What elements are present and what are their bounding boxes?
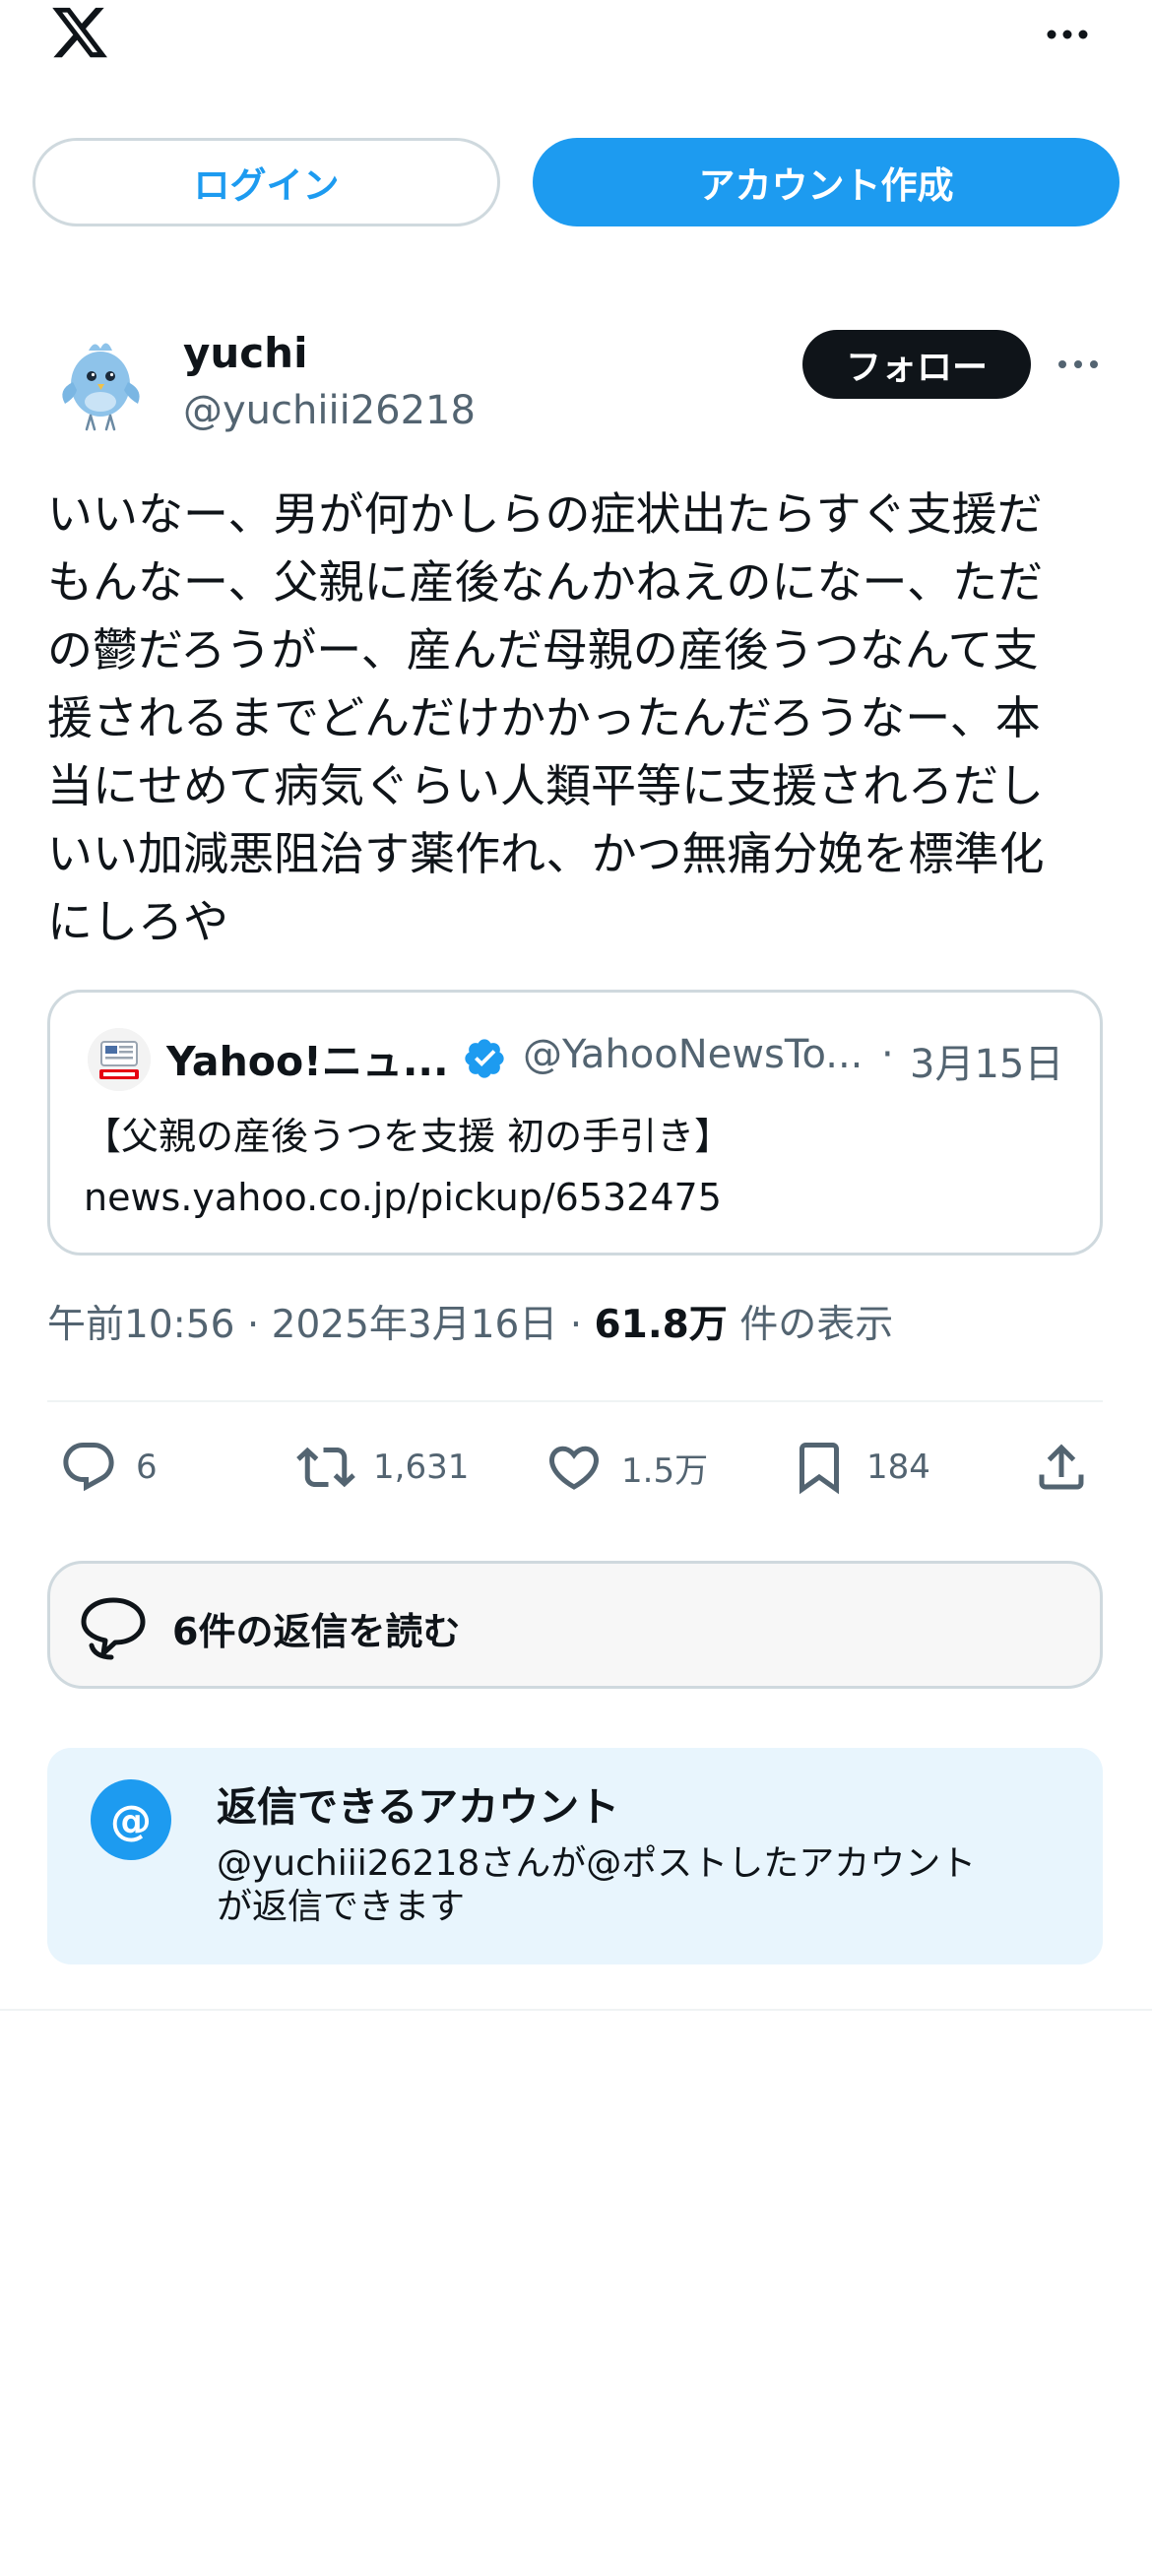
divider	[47, 1400, 1103, 1402]
who-can-reply-panel: @ 返信できるアカウント @yuchiii26218さんが@ポストしたアカウント…	[47, 1748, 1103, 1964]
follow-button[interactable]: フォロー	[802, 330, 1031, 399]
reply-count: 6	[136, 1448, 158, 1487]
quoted-date[interactable]: 3月15日	[910, 1032, 1063, 1089]
heart-icon	[548, 1446, 600, 1490]
bookmark-icon	[800, 1443, 839, 1495]
top-bar	[0, 0, 1152, 79]
login-button[interactable]: ログイン	[32, 138, 500, 226]
avatar[interactable]	[55, 333, 150, 435]
share-button[interactable]	[1032, 1418, 1109, 1516]
author-display-name[interactable]: yuchi	[183, 329, 307, 377]
x-logo-icon[interactable]	[47, 2, 112, 63]
repost-count: 1,631	[373, 1448, 470, 1487]
conversation-icon	[81, 1597, 146, 1660]
post-meta: 午前10:56 · 2025年3月16日 · 61.8万 件の表示	[47, 1294, 893, 1349]
reply-button[interactable]: 6	[59, 1418, 158, 1516]
author-handle[interactable]: @yuchiii26218	[183, 388, 476, 433]
like-count: 1.5万	[621, 1450, 709, 1491]
reply-icon	[63, 1443, 114, 1492]
post-text: いいなー、男が何かしらの症状出たらすぐ支援だ もんなー、父親に産後なんかねえのに…	[47, 487, 1045, 948]
verified-badge-icon	[465, 1039, 504, 1078]
who-can-reply-title: 返信できるアカウント	[217, 1783, 620, 1831]
post-author: yuchi @yuchiii26218 フォロー	[47, 315, 1111, 443]
quoted-post-card[interactable]: Yahoo!ニュ... @YahooNewsTo... · 3月15日 【父親の…	[47, 990, 1103, 1256]
auth-buttons: ログイン アカウント作成	[32, 138, 1120, 226]
quoted-link-text: news.yahoo.co.jp/pickup/6532475	[84, 1176, 722, 1219]
quoted-body-line: 【父親の産後うつを支援 初の手引き】	[84, 1115, 733, 1158]
meta-separator: ·	[569, 1303, 583, 1347]
quoted-author-name[interactable]: Yahoo!ニュ...	[166, 1028, 449, 1087]
meta-separator: ·	[246, 1303, 260, 1347]
quoted-separator: ·	[881, 1032, 894, 1077]
create-account-button[interactable]: アカウント作成	[533, 138, 1120, 226]
share-icon	[1039, 1444, 1084, 1490]
views-label: 件の表示	[739, 1303, 894, 1347]
read-replies-label: 6件の返信を読む	[172, 1610, 461, 1653]
post-date[interactable]: 2025年3月16日	[272, 1303, 558, 1347]
bookmark-count: 184	[866, 1448, 930, 1487]
at-sign-icon: @	[91, 1779, 171, 1860]
more-horizontal-icon[interactable]	[1044, 20, 1091, 49]
yahoo-news-logo-icon	[88, 1028, 151, 1091]
divider	[0, 2009, 1152, 2011]
quoted-avatar	[88, 1028, 151, 1091]
like-button[interactable]: 1.5万	[544, 1418, 708, 1516]
action-bar: 6 1,631 1.5万 184	[47, 1418, 1111, 1516]
who-can-reply-description: @yuchiii26218さんが@ポストしたアカウント が返信できます	[217, 1843, 977, 1927]
quoted-author-handle[interactable]: @YahooNewsTo...	[523, 1032, 863, 1077]
repost-icon	[296, 1447, 355, 1488]
quoted-post-body: 【父親の産後うつを支援 初の手引き】 news.yahoo.co.jp/pick…	[84, 1106, 1068, 1228]
read-replies-button[interactable]: 6件の返信を読む	[47, 1561, 1103, 1689]
bookmark-button[interactable]: 184	[790, 1418, 930, 1516]
views-count: 61.8万	[594, 1303, 728, 1347]
post-more-icon[interactable]	[1055, 350, 1102, 379]
post-time[interactable]: 午前10:56	[47, 1303, 234, 1347]
repost-button[interactable]: 1,631	[296, 1418, 469, 1516]
